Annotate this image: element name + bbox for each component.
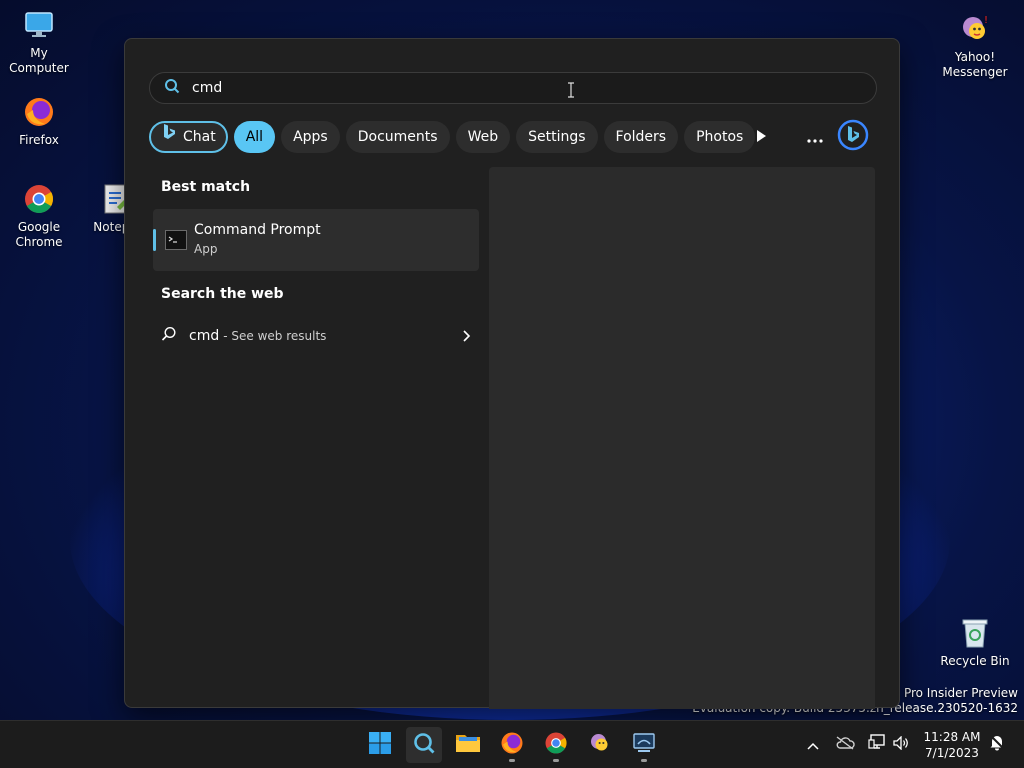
desktop-icon-label: Recycle Bin (940, 654, 1010, 668)
filter-label: Chat (183, 129, 216, 145)
selection-accent (153, 229, 156, 251)
taskbar-firefox[interactable] (494, 727, 530, 763)
filter-bar: Chat All Apps Documents Web Settings Fol… (149, 121, 756, 153)
filter-label: Documents (357, 129, 438, 145)
filter-label: Folders (615, 129, 667, 145)
search-panel: Chat All Apps Documents Web Settings Fol… (124, 38, 900, 709)
filter-label: Settings (528, 129, 586, 145)
monitor-icon (22, 8, 56, 42)
search-box[interactable] (149, 72, 877, 104)
chevron-right-icon (461, 328, 471, 347)
clock-time: 11:28 AM (923, 730, 981, 744)
search-icon (164, 78, 180, 98)
desktop-icon-recycle-bin[interactable]: Recycle Bin (936, 616, 1014, 669)
clock-date: 7/1/2023 (925, 746, 979, 760)
taskbar-yahoo-messenger[interactable] (582, 727, 618, 763)
remote-desktop-icon (632, 731, 656, 759)
taskbar-search-button[interactable] (406, 727, 442, 763)
best-match-item[interactable]: Command Prompt App (153, 209, 479, 271)
best-match-name: Command Prompt (194, 222, 321, 238)
filter-all[interactable]: All (233, 121, 276, 153)
running-indicator (553, 759, 559, 762)
filter-apps[interactable]: Apps (281, 121, 340, 153)
search-web-title: Search the web (161, 286, 284, 302)
chevron-up-icon (807, 735, 819, 754)
volume-button[interactable] (890, 733, 912, 755)
bing-icon (161, 123, 177, 151)
show-hidden-icons-button[interactable] (802, 733, 824, 755)
best-match-type: App (194, 242, 218, 256)
folder-icon (455, 732, 481, 758)
notifications-button[interactable] (986, 733, 1008, 755)
taskbar-remote-desktop[interactable] (626, 727, 662, 763)
desktop-icon-firefox[interactable]: Firefox (0, 95, 78, 148)
running-indicator (641, 759, 647, 762)
yahoo-messenger-icon (588, 731, 612, 759)
web-result-hint: - See web results (223, 329, 327, 343)
onedrive-button[interactable] (834, 733, 856, 755)
taskbar-clock[interactable]: 11:28 AM 7/1/2023 (918, 729, 986, 761)
taskbar-chrome[interactable] (538, 727, 574, 763)
filter-folders[interactable]: Folders (603, 121, 679, 153)
chrome-icon (544, 731, 568, 759)
search-icon (412, 731, 436, 759)
bing-logo-icon (837, 119, 869, 155)
taskbar-file-explorer[interactable] (450, 727, 486, 763)
speaker-icon (893, 734, 909, 754)
desktop-icon-label: Firefox (19, 133, 59, 147)
start-button[interactable] (362, 727, 398, 763)
ellipsis-icon (807, 128, 823, 147)
running-indicator (509, 759, 515, 762)
text-cursor-icon (567, 82, 575, 102)
svg-text:!: ! (984, 15, 988, 26)
desktop-icon-label: My Computer (9, 46, 69, 75)
firefox-icon (22, 95, 56, 129)
filter-chat[interactable]: Chat (149, 121, 228, 153)
cloud-off-icon (835, 735, 855, 754)
windows-icon (368, 731, 392, 759)
search-icon (161, 326, 177, 346)
web-result-item[interactable]: cmd - See web results (161, 322, 471, 350)
firefox-icon (500, 731, 524, 759)
yahoo-messenger-icon: ! (958, 12, 992, 46)
network-icon (868, 734, 886, 754)
web-result-query: cmd (189, 328, 220, 344)
filter-label: Apps (293, 129, 328, 145)
desktop-icon-label: Yahoo! Messenger (942, 50, 1008, 79)
notification-bell-icon (988, 733, 1006, 755)
filter-label: Photos (696, 129, 744, 145)
preview-pane (489, 167, 875, 709)
taskbar: 11:28 AM 7/1/2023 (0, 720, 1024, 768)
recycle-bin-icon (958, 616, 992, 650)
desktop-icon-yahoo-messenger[interactable]: ! Yahoo! Messenger (936, 12, 1014, 80)
best-match-title: Best match (161, 179, 251, 195)
chrome-icon (22, 182, 56, 216)
more-filters-button[interactable] (745, 121, 777, 153)
filter-label: All (245, 129, 264, 145)
command-prompt-icon (165, 230, 187, 250)
network-button[interactable] (866, 733, 888, 755)
desktop-icon-google-chrome[interactable]: Google Chrome (0, 182, 78, 250)
bing-chat-button[interactable] (837, 119, 869, 155)
search-input[interactable] (192, 80, 792, 96)
filter-web[interactable]: Web (455, 121, 511, 153)
filter-documents[interactable]: Documents (345, 121, 450, 153)
desktop-icon-label: Google Chrome (15, 220, 63, 249)
filter-settings[interactable]: Settings (516, 121, 598, 153)
desktop-icon-my-computer[interactable]: My Computer (0, 8, 78, 76)
play-icon (755, 128, 767, 147)
filter-label: Web (467, 129, 499, 145)
options-button[interactable] (799, 121, 831, 153)
